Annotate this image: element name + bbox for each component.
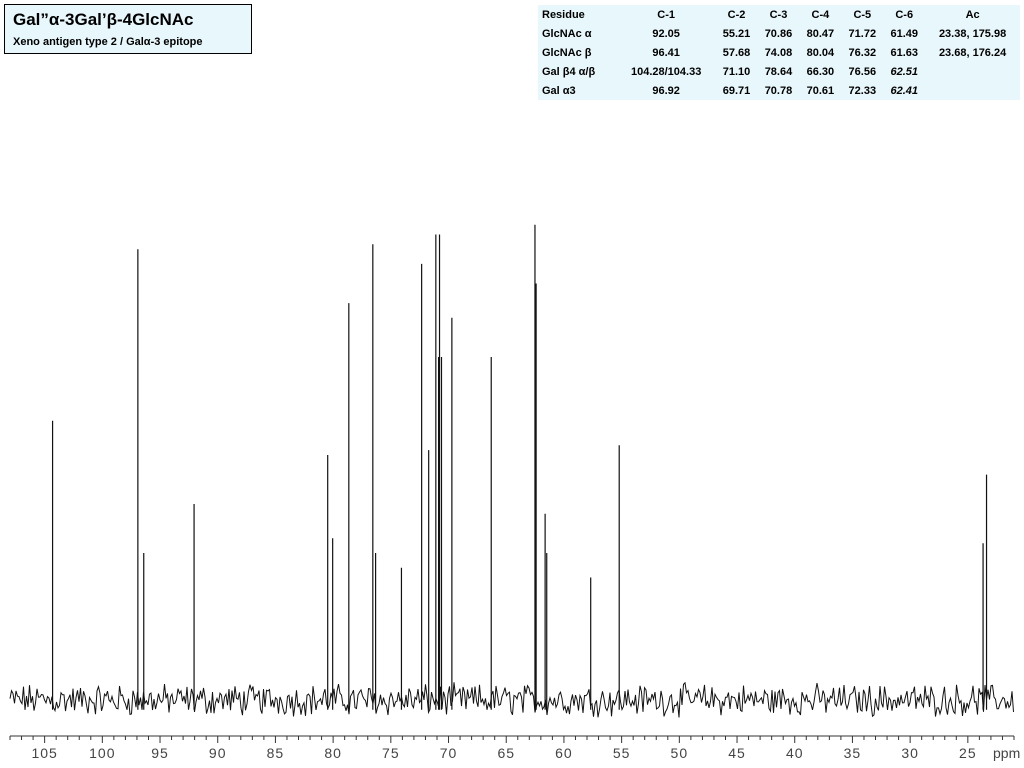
x-tick-label: 95 <box>151 745 169 761</box>
x-tick-label: 25 <box>959 745 977 761</box>
x-axis: 105 100 95 90 85 80 75 70 65 60 55 50 45 40 35 30 25 ppm <box>9 735 1020 761</box>
x-tick-label: 50 <box>671 745 689 761</box>
x-tick-label: 105 <box>31 745 57 761</box>
x-axis-unit-label: ppm <box>993 745 1020 761</box>
x-tick-label: 60 <box>555 745 573 761</box>
x-tick-label: 40 <box>786 745 804 761</box>
x-tick-label: 55 <box>613 745 631 761</box>
x-tick-label: 75 <box>382 745 400 761</box>
spectrum-trace-group <box>9 224 1014 718</box>
x-tick-label: 65 <box>497 745 515 761</box>
x-tick-label: 85 <box>267 745 285 761</box>
baseline-noise-trace <box>9 681 1014 718</box>
x-tick-label: 80 <box>324 745 342 761</box>
x-tick-label: 35 <box>844 745 862 761</box>
x-tick-label: 30 <box>901 745 919 761</box>
x-tick-label: 90 <box>209 745 227 761</box>
x-tick-label: 45 <box>728 745 746 761</box>
nmr-spectrum-chart: 105 100 95 90 85 80 75 70 65 60 55 50 45 40 35 30 25 ppm <box>9 224 1020 761</box>
x-tick-label: 100 <box>89 745 115 761</box>
x-tick-label: 70 <box>440 745 458 761</box>
